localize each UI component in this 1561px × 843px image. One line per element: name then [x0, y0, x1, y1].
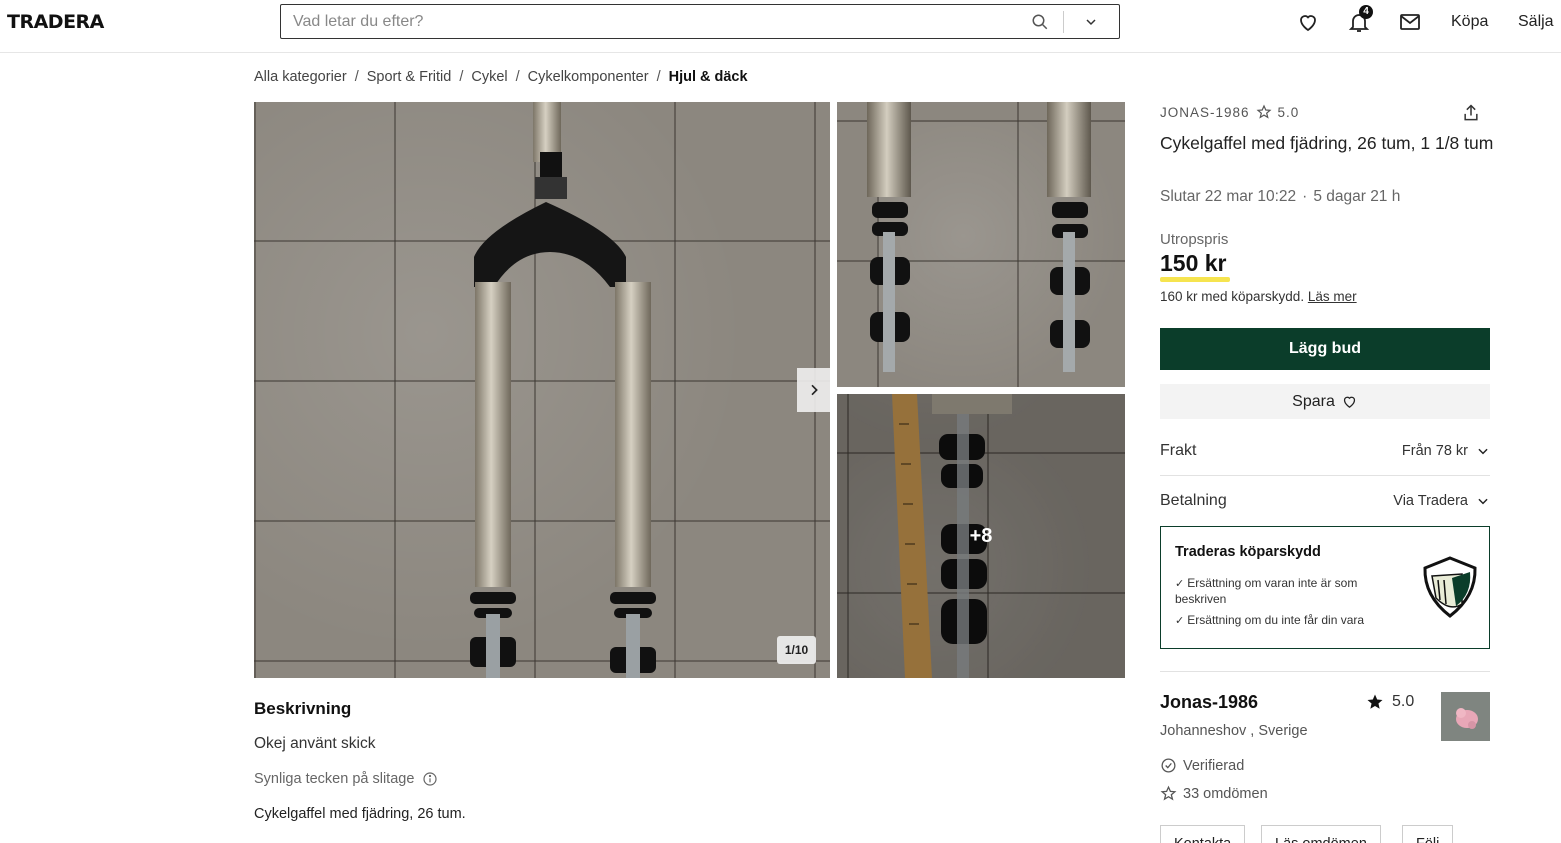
breadcrumb-separator: /: [459, 69, 464, 85]
breadcrumb-current: Hjul & däck: [668, 69, 748, 85]
tradera-logo[interactable]: TRADERA: [7, 11, 104, 33]
seller-location: Johanneshov , Sverige: [1160, 723, 1308, 739]
protection-title: Traderas köparskydd: [1175, 544, 1321, 560]
breadcrumb-item[interactable]: Cykelkomponenter: [528, 69, 649, 85]
price-highlight: [1160, 277, 1230, 282]
search-input[interactable]: [293, 12, 1013, 32]
sell-link[interactable]: Sälja: [1518, 13, 1554, 31]
search-bar: [280, 4, 1120, 39]
breadcrumb: Alla kategorier / Sport & Fritid / Cykel / …: [254, 69, 748, 85]
verified-row: Verifierad: [1160, 757, 1244, 774]
chevron-down-icon: [1478, 448, 1488, 454]
main-product-image[interactable]: [254, 102, 830, 678]
search-divider: [1063, 11, 1064, 33]
more-images-button[interactable]: +8: [837, 394, 1125, 678]
chevron-down-icon: [1478, 498, 1488, 505]
shipping-value-wrap: Från 78 kr: [1402, 443, 1490, 459]
description-text: Cykelgaffel med fjädring, 26 tum.: [254, 806, 466, 822]
protection-item: Ersättning om varan inte är som beskrive…: [1175, 576, 1395, 607]
share-icon[interactable]: [1461, 103, 1481, 123]
breadcrumb-separator: /: [656, 69, 661, 85]
description-title: Beskrivning: [254, 699, 352, 718]
star-icon: [1367, 694, 1383, 709]
breadcrumb-separator: /: [515, 69, 520, 85]
item-title: Cykelgaffel med fjädring, 26 tum, 1 1/8 …: [1160, 133, 1494, 153]
protect-price-text: 160 kr med köparskydd.: [1160, 289, 1305, 304]
seller-tag-name: JONAS-1986: [1160, 104, 1250, 120]
time-left: 5 dagar 21 h: [1313, 188, 1401, 205]
save-button[interactable]: Spara: [1160, 384, 1490, 419]
breadcrumb-item[interactable]: Sport & Fritid: [367, 69, 452, 85]
price-value: 150 kr: [1160, 250, 1227, 276]
wear-row: Synliga tecken på slitage: [254, 771, 438, 787]
protection-list: Ersättning om varan inte är som beskrive…: [1175, 576, 1395, 635]
avatar-image: [1441, 692, 1490, 741]
dot-separator: ·: [1302, 188, 1308, 205]
contact-button[interactable]: Kontakta: [1160, 825, 1246, 843]
payment-label: Betalning: [1160, 492, 1227, 509]
mail-icon[interactable]: [1398, 10, 1422, 34]
chevron-right-icon: [810, 384, 818, 396]
divider: [1160, 671, 1490, 672]
protection-item: Ersättning om du inte får din vara: [1175, 613, 1395, 629]
breadcrumb-item[interactable]: Alla kategorier: [254, 69, 347, 85]
star-outline-icon: [1160, 785, 1177, 801]
breadcrumb-item[interactable]: Cykel: [471, 69, 507, 85]
chevron-down-icon[interactable]: [1083, 14, 1099, 30]
seller-rating-value: 5.0: [1392, 693, 1415, 710]
wear-text: Synliga tecken på slitage: [254, 771, 415, 787]
image-counter: 1/10: [777, 636, 816, 664]
check-circle-icon: [1161, 758, 1176, 773]
heart-icon: [1343, 396, 1355, 408]
place-bid-button[interactable]: Lägg bud: [1160, 328, 1490, 370]
fork-detail-illustration: [867, 102, 1091, 372]
star-outline-icon: [1256, 104, 1272, 119]
shipping-label: Frakt: [1160, 441, 1197, 459]
payment-value-wrap: Via Tradera: [1393, 493, 1490, 509]
buy-link[interactable]: Köpa: [1451, 13, 1488, 31]
heart-icon[interactable]: [1296, 10, 1320, 34]
end-time: Slutar 22 mar 10:22 · 5 dagar 21 h: [1160, 188, 1400, 206]
thumbnail-image[interactable]: [837, 102, 1125, 387]
avatar[interactable]: [1441, 692, 1490, 741]
verified-text: Verifierad: [1183, 757, 1245, 774]
read-reviews-button[interactable]: Läs omdömen: [1261, 825, 1381, 843]
seller-tag[interactable]: JONAS-1986 5.0: [1160, 104, 1299, 120]
save-label: Spara: [1292, 392, 1335, 410]
end-date: Slutar 22 mar 10:22: [1160, 188, 1297, 205]
condition-text: Okej använt skick: [254, 735, 376, 752]
notification-badge: 4: [1359, 5, 1373, 19]
buyer-protection-box: Traderas köparskydd Ersättning om varan …: [1160, 526, 1490, 649]
shield-icon: [1423, 556, 1477, 618]
breadcrumb-separator: /: [354, 69, 359, 85]
shipping-row[interactable]: Frakt Från 78 kr: [1160, 426, 1490, 476]
seller-rating: 5.0: [1366, 693, 1414, 711]
reviews-row: 33 omdömen: [1160, 785, 1268, 802]
protect-price-row: 160 kr med köparskydd. Läs mer: [1160, 289, 1357, 304]
top-header: TRADERA 4 Köpa Sälja: [0, 0, 1561, 53]
payment-row[interactable]: Betalning Via Tradera: [1160, 476, 1490, 526]
payment-value: Via Tradera: [1393, 493, 1468, 509]
price-label: Utropspris: [1160, 231, 1229, 248]
reviews-count: 33 omdömen: [1183, 785, 1268, 802]
read-more-link[interactable]: Läs mer: [1308, 289, 1357, 304]
fork-illustration: [470, 102, 656, 678]
search-icon[interactable]: [1031, 13, 1049, 31]
shipping-value: Från 78 kr: [1401, 442, 1468, 459]
seller-name[interactable]: Jonas-1986: [1160, 692, 1258, 713]
seller-tag-rating: 5.0: [1277, 104, 1300, 120]
next-image-button[interactable]: [797, 368, 830, 412]
info-icon[interactable]: [422, 771, 438, 787]
follow-button[interactable]: Följ: [1402, 825, 1454, 843]
